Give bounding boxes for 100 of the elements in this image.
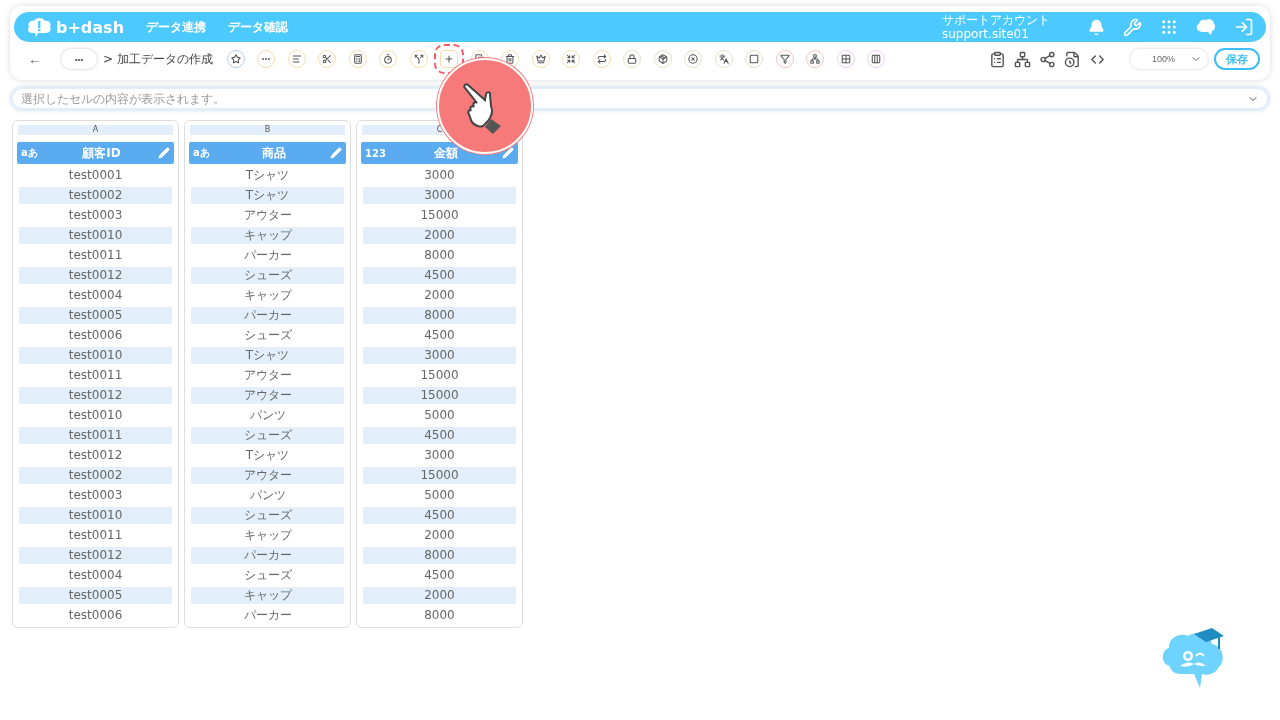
lock-icon (627, 54, 638, 64)
column-letter: B (190, 125, 345, 135)
tool-button[interactable] (775, 50, 794, 68)
tool-button[interactable] (836, 50, 855, 68)
cell-content-field[interactable]: 選択したセルの内容が表示されます。 (21, 91, 1247, 106)
tool-button[interactable] (257, 50, 276, 68)
table-cell: パーカー (191, 547, 344, 564)
column-name: 商品 (260, 144, 287, 162)
tool-button[interactable] (592, 50, 611, 68)
tool-button[interactable] (531, 50, 550, 68)
cancel-icon (688, 54, 699, 64)
mascot-drawing (1160, 626, 1226, 690)
repeat-icon (596, 54, 607, 64)
table-cell: test0005 (19, 307, 172, 324)
calculator-icon (352, 54, 363, 64)
save-button[interactable]: 保存 (1214, 48, 1260, 70)
column-header[interactable]: aあ 顧客ID (17, 142, 174, 164)
table-cell: test0002 (19, 187, 172, 204)
table-cell: シューズ (191, 507, 344, 524)
crown-icon (535, 54, 546, 64)
table-cell: test0011 (19, 427, 172, 444)
table-cell-text: 2000 (423, 527, 456, 544)
file-history-icon[interactable] (1064, 50, 1081, 68)
zoom-select[interactable]: 100% (1130, 49, 1208, 69)
table-cell-text: test0004 (67, 567, 124, 584)
tool-button[interactable] (745, 50, 764, 68)
tool-button[interactable] (226, 50, 245, 68)
tool-button[interactable] (379, 50, 398, 68)
tool-button[interactable] (653, 50, 672, 68)
tool-button[interactable] (318, 50, 337, 68)
table-cell: 2000 (363, 227, 516, 244)
box-icon (657, 54, 668, 64)
nav-link[interactable]: データ連携 (146, 18, 207, 36)
table-cell-text: アウター (242, 367, 293, 384)
share-icon[interactable] (1039, 50, 1056, 68)
tool-button[interactable] (867, 50, 886, 68)
table-cell-text: test0011 (67, 367, 124, 384)
table-cell: Tシャツ (191, 187, 344, 204)
table-cell: 4500 (363, 507, 516, 524)
translate-icon (718, 54, 729, 64)
logo[interactable]: b+dash (26, 16, 125, 38)
table-cell-text: アウター (242, 207, 293, 224)
table-cell: test0012 (19, 387, 172, 404)
table-cell-text: パンツ (248, 407, 287, 424)
table-cell-text: 3000 (423, 447, 456, 464)
table-cell-text: test0003 (67, 207, 124, 224)
tool-button[interactable] (562, 50, 581, 68)
table-cell-text: 8000 (423, 247, 456, 264)
table-cell: Tシャツ (191, 347, 344, 364)
table-cell: 4500 (363, 267, 516, 284)
table-cell: test0002 (19, 467, 172, 484)
table-cell: キャップ (191, 227, 344, 244)
clipboard-icon[interactable] (989, 50, 1006, 68)
table-cell-text: パーカー (242, 247, 293, 264)
table-cell-text: 4500 (423, 567, 456, 584)
table-cell-text: Tシャツ (244, 447, 291, 464)
table-cell-text: キャップ (242, 527, 294, 544)
table-cell: test0010 (19, 507, 172, 524)
tool-button[interactable] (806, 50, 825, 68)
tool-button[interactable] (409, 50, 428, 68)
hierarchy-icon[interactable] (1014, 50, 1031, 68)
type-label: aあ (193, 146, 211, 160)
table-cell: test0012 (19, 547, 172, 564)
table-cell: キャップ (191, 587, 344, 604)
table-cell: 2000 (363, 587, 516, 604)
table-cell-text: Tシャツ (244, 167, 291, 184)
table-cell: 4500 (363, 427, 516, 444)
square-icon (749, 54, 760, 64)
cell-bar[interactable]: 選択したセルの内容が表示されます。 (10, 86, 1270, 111)
table-cell-text: シューズ (242, 327, 293, 344)
grid-icon (840, 54, 851, 64)
table-cell: test0010 (19, 227, 172, 244)
tool-button[interactable] (714, 50, 733, 68)
tool-button[interactable] (684, 50, 703, 68)
back-button[interactable]: ← (20, 51, 49, 67)
plus-icon (444, 54, 455, 64)
table-cell-text: test0006 (67, 327, 124, 344)
table-cell-text: 2000 (423, 287, 456, 304)
table-cell: パーカー (191, 307, 344, 324)
table-cell-text: パーカー (242, 607, 293, 624)
table-cell: 8000 (363, 307, 516, 324)
column-header[interactable]: aあ 商品 (189, 142, 346, 164)
table-cell-text: 15000 (419, 367, 460, 384)
more-button[interactable]: ••• (61, 49, 97, 69)
tool-button[interactable] (348, 50, 367, 68)
table-cell-text: 5000 (423, 407, 456, 424)
table-cell: 3000 (363, 187, 516, 204)
table-cell-text: test0011 (67, 527, 124, 544)
table-cell-text: 8000 (423, 607, 456, 624)
table-cell-text: test0012 (67, 447, 124, 464)
table-cell-text: キャップ (242, 287, 294, 304)
columns-icon (871, 54, 882, 64)
table-cell-text: test0006 (67, 607, 124, 624)
table-cell: test0005 (19, 587, 172, 604)
tool-button[interactable] (623, 50, 642, 68)
account-id: support.site01 (942, 27, 1030, 41)
table-cell: test0012 (19, 267, 172, 284)
column-name: 顧客ID (81, 144, 122, 162)
table-cell: 15000 (363, 467, 516, 484)
nav-link[interactable]: データ確認 (228, 18, 289, 36)
